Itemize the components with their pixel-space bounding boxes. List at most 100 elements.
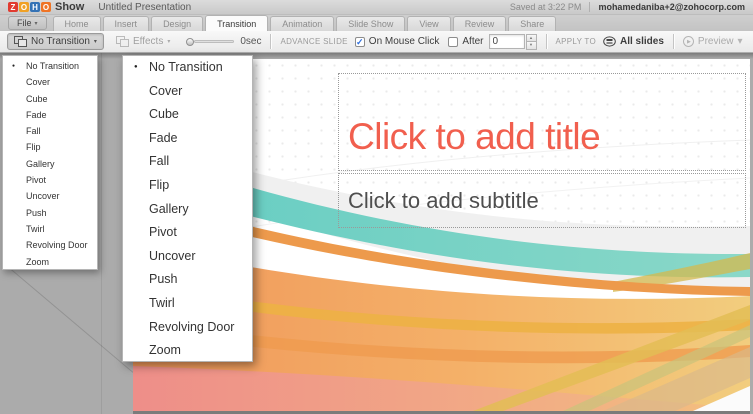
transition-option-push[interactable]: Push xyxy=(3,205,97,221)
transition-option-cube[interactable]: Cube xyxy=(3,91,97,107)
transition-dropdown-small: ●No Transition Cover Cube Fade Fall Flip… xyxy=(2,55,98,270)
transition-dropdown-large: ● No Transition Cover Cube Fade Fall Flip… xyxy=(122,55,253,362)
transition-option-revolving-door[interactable]: Revolving Door xyxy=(3,237,97,253)
effects-button[interactable]: Effects ▾ xyxy=(110,34,176,49)
transition-option-flip[interactable]: Flip xyxy=(123,174,252,198)
transition-option-cube[interactable]: Cube xyxy=(123,103,252,127)
duration-value: 0sec xyxy=(240,36,261,47)
transition-option-no-transition[interactable]: ● No Transition xyxy=(123,56,252,80)
all-slides-button[interactable]: All slides xyxy=(603,36,664,47)
spinner-up-icon[interactable]: ▲ xyxy=(526,34,537,42)
transition-type-button[interactable]: No Transition ▾ xyxy=(7,33,104,50)
transition-type-label: No Transition xyxy=(31,36,90,47)
option-label: Flip xyxy=(26,142,41,152)
option-label: Gallery xyxy=(26,159,55,169)
tab-transition[interactable]: Transition xyxy=(205,15,268,31)
tab-share[interactable]: Share xyxy=(508,16,556,31)
tab-review[interactable]: Review xyxy=(453,16,507,31)
effects-icon xyxy=(116,36,129,47)
transition-option-fall[interactable]: Fall xyxy=(3,123,97,139)
preview-label: Preview xyxy=(698,36,734,47)
after-seconds-input[interactable] xyxy=(489,34,525,49)
transition-option-gallery[interactable]: Gallery xyxy=(3,156,97,172)
option-label: Fall xyxy=(26,126,41,136)
selected-bullet-icon: ● xyxy=(12,58,15,74)
transition-option-no-transition[interactable]: ●No Transition xyxy=(3,58,97,74)
option-label: Cube xyxy=(149,107,179,121)
option-label: Zoom xyxy=(26,257,49,267)
toolbar-separator xyxy=(270,34,271,49)
caret-down-icon: ▾ xyxy=(167,38,170,45)
transition-option-push[interactable]: Push xyxy=(123,268,252,292)
workspace-diagonal-line xyxy=(10,268,134,373)
saved-status: Saved at 3:22 PM xyxy=(510,2,582,12)
selected-bullet-icon: ● xyxy=(134,56,138,80)
transition-option-gallery[interactable]: Gallery xyxy=(123,198,252,222)
file-menu-button[interactable]: File ▾ xyxy=(8,16,47,30)
tab-slide-show[interactable]: Slide Show xyxy=(336,16,405,31)
file-menu-label: File xyxy=(17,18,32,28)
option-label: Twirl xyxy=(26,224,45,234)
caret-down-icon: ▾ xyxy=(94,38,97,45)
on-mouse-click-checkbox[interactable]: ✓ xyxy=(355,37,365,47)
spinner-down-icon[interactable]: ▼ xyxy=(526,42,537,50)
all-slides-label: All slides xyxy=(620,36,664,47)
preview-button[interactable]: ▶ Preview ▾ xyxy=(683,36,743,47)
after-checkbox[interactable] xyxy=(448,37,458,47)
transition-option-cover[interactable]: Cover xyxy=(3,74,97,90)
option-label: Revolving Door xyxy=(26,240,88,250)
transition-option-flip[interactable]: Flip xyxy=(3,139,97,155)
transition-option-twirl[interactable]: Twirl xyxy=(3,221,97,237)
option-label: Flip xyxy=(149,178,169,192)
transition-option-zoom[interactable]: Zoom xyxy=(3,254,97,270)
option-label: No Transition xyxy=(149,60,223,74)
after-spinner: ▲ ▼ xyxy=(526,34,537,50)
transition-option-fall[interactable]: Fall xyxy=(123,150,252,174)
workspace: Click to add title Click to add subtitle xyxy=(0,53,753,414)
transition-option-pivot[interactable]: Pivot xyxy=(123,221,252,245)
transition-option-pivot[interactable]: Pivot xyxy=(3,172,97,188)
transition-option-uncover[interactable]: Uncover xyxy=(3,188,97,204)
user-email[interactable]: mohamedaniba+2@zohocorp.com xyxy=(598,2,745,12)
after-checkbox-group[interactable]: After xyxy=(448,36,483,47)
option-label: Uncover xyxy=(149,249,196,263)
option-label: Cover xyxy=(26,77,50,87)
option-label: Uncover xyxy=(26,191,60,201)
titlebar-separator xyxy=(589,2,590,12)
tab-insert[interactable]: Insert xyxy=(103,16,150,31)
on-mouse-click-checkbox-group[interactable]: ✓ On Mouse Click xyxy=(355,36,440,47)
transition-option-uncover[interactable]: Uncover xyxy=(123,245,252,269)
subtitle-placeholder[interactable]: Click to add subtitle xyxy=(338,173,746,228)
option-label: Pivot xyxy=(149,225,177,239)
caret-down-icon: ▾ xyxy=(35,20,38,27)
logo-tile-o2: O xyxy=(41,2,51,12)
transition-option-cover[interactable]: Cover xyxy=(123,80,252,104)
tab-view[interactable]: View xyxy=(407,16,450,31)
advance-slide-label: ADVANCE SLIDE xyxy=(280,37,347,46)
ribbon-tabbar: File ▾ Home Insert Design Transition Ani… xyxy=(0,15,753,31)
logo-tile-o1: O xyxy=(19,2,29,12)
transition-option-revolving-door[interactable]: Revolving Door xyxy=(123,316,252,340)
caret-down-icon: ▾ xyxy=(737,36,742,47)
transition-option-twirl[interactable]: Twirl xyxy=(123,292,252,316)
play-icon: ▶ xyxy=(683,36,694,47)
zoho-logo: Z O H O xyxy=(8,2,51,12)
tab-design[interactable]: Design xyxy=(151,16,203,31)
slider-knob[interactable] xyxy=(186,38,194,46)
subtitle-placeholder-text: Click to add subtitle xyxy=(348,188,539,214)
slider-track[interactable] xyxy=(194,40,234,43)
document-title[interactable]: Untitled Presentation xyxy=(98,2,191,13)
option-label: Fade xyxy=(149,131,178,145)
tab-home[interactable]: Home xyxy=(53,16,101,31)
title-placeholder[interactable]: Click to add title xyxy=(338,73,746,171)
transition-toolbar: No Transition ▾ Effects ▾ 0sec ADVANCE S… xyxy=(0,31,753,53)
transition-option-fade[interactable]: Fade xyxy=(123,127,252,151)
transition-option-fade[interactable]: Fade xyxy=(3,107,97,123)
transition-option-zoom[interactable]: Zoom xyxy=(123,339,252,363)
option-label: Zoom xyxy=(149,343,181,357)
duration-slider[interactable] xyxy=(186,38,234,46)
logo-tile-h: H xyxy=(30,2,40,12)
option-label: Revolving Door xyxy=(149,320,234,334)
option-label: Twirl xyxy=(149,296,175,310)
tab-animation[interactable]: Animation xyxy=(270,16,334,31)
